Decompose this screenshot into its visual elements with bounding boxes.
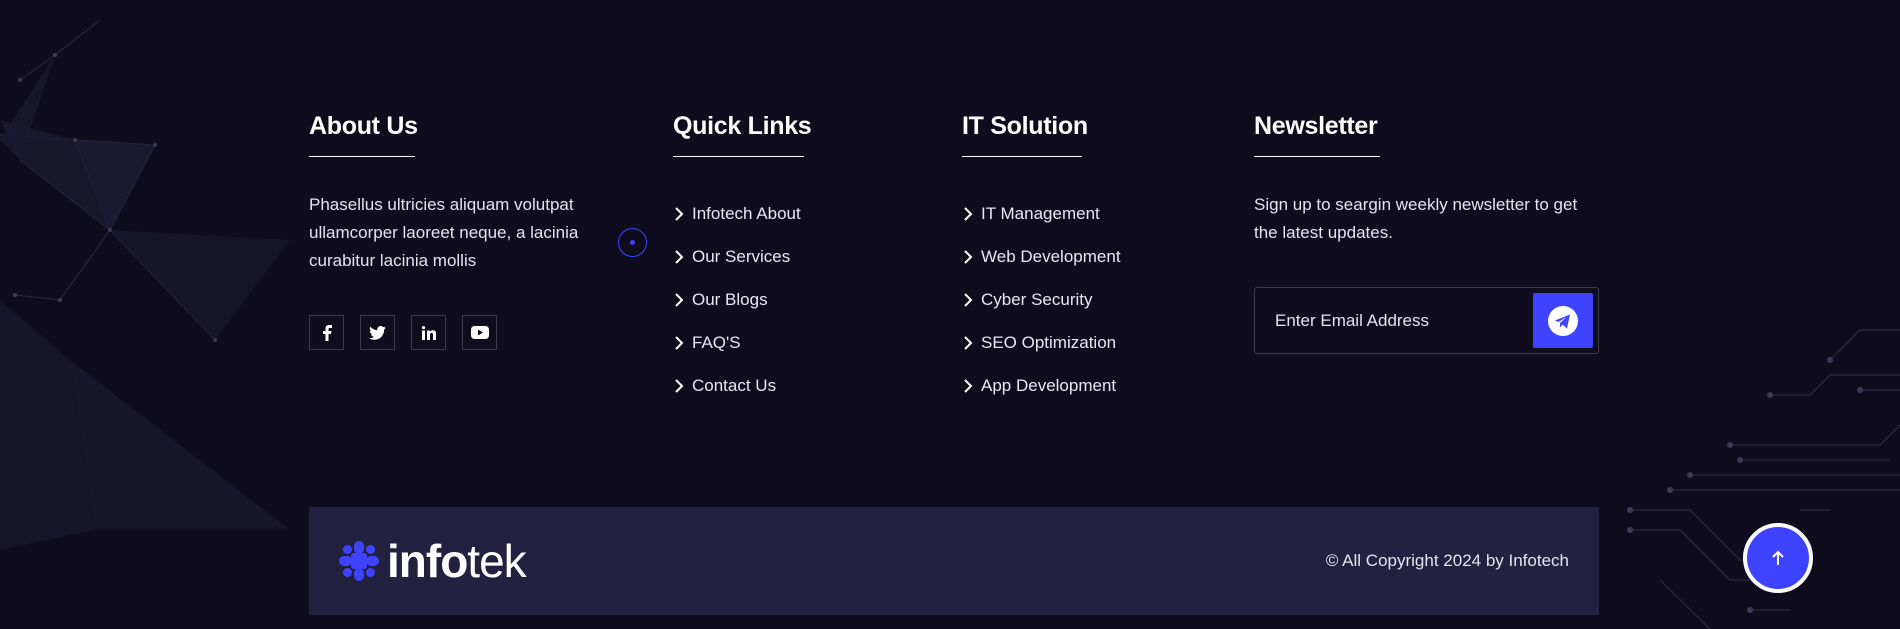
chevron-right-icon [675,292,684,307]
quick-link-our-blogs[interactable]: Our Blogs [673,278,873,321]
subscribe-button[interactable] [1533,293,1593,348]
footer-bottom-bar: infotek © All Copyright 2024 by Infotech [309,507,1599,615]
logo-text: infotek [387,535,527,587]
arrow-up-icon [1772,550,1784,565]
newsletter-text: Sign up to seargin weekly newsletter to … [1254,195,1578,242]
newsletter-underline [1254,156,1380,157]
chevron-right-icon [964,335,973,350]
about-text: Phasellus ultricies aliquam volutpat ull… [309,195,579,270]
it-link-web-development[interactable]: Web Development [962,235,1182,278]
twitter-icon[interactable] [360,315,395,350]
email-input[interactable] [1275,310,1515,331]
it-link-it-management[interactable]: IT Management [962,192,1182,235]
it-link-cyber-security[interactable]: Cyber Security [962,278,1182,321]
quick-links-title: Quick Links [673,112,812,140]
it-solution-underline [962,156,1082,157]
it-solution-title: IT Solution [962,112,1088,140]
quick-links-section: Quick Links Infotech About Our Services … [673,110,873,407]
logo-mark-icon [339,541,379,581]
chevron-right-icon [964,249,973,264]
linkedin-icon[interactable] [411,315,446,350]
quick-link-contact-us[interactable]: Contact Us [673,364,873,407]
facebook-icon[interactable] [309,315,344,350]
copyright-text: © All Copyright 2024 by Infotech [1325,551,1569,570]
chevron-right-icon [675,378,684,393]
quick-links-list: Infotech About Our Services Our Blogs FA… [673,192,873,407]
newsletter-section: Newsletter Sign up to seargin weekly new… [1254,110,1600,354]
quick-links-underline [673,156,804,157]
paper-plane-icon [1548,305,1578,336]
newsletter-title: Newsletter [1254,112,1378,140]
decorative-dot-ring [618,228,647,257]
chevron-right-icon [675,249,684,264]
chevron-right-icon [964,292,973,307]
background-network-pattern [0,19,290,550]
about-title-underline [309,156,415,157]
chevron-right-icon [675,206,684,221]
chevron-right-icon [964,378,973,393]
youtube-icon[interactable] [462,315,497,350]
scroll-to-top-button[interactable] [1743,523,1813,593]
about-title: About Us [309,112,418,140]
chevron-right-icon [964,206,973,221]
it-solution-section: IT Solution IT Management Web Developmen… [962,110,1182,407]
quick-link-infotech-about[interactable]: Infotech About [673,192,873,235]
quick-link-faqs[interactable]: FAQ'S [673,321,873,364]
quick-link-our-services[interactable]: Our Services [673,235,873,278]
it-link-seo-optimization[interactable]: SEO Optimization [962,321,1182,364]
chevron-right-icon [675,335,684,350]
it-solution-list: IT Management Web Development Cyber Secu… [962,192,1182,407]
infotek-logo[interactable]: infotek [339,535,527,587]
about-section: About Us Phasellus ultricies aliquam vol… [309,110,609,350]
it-link-app-development[interactable]: App Development [962,364,1182,407]
social-links [309,315,609,350]
newsletter-form [1254,287,1599,354]
